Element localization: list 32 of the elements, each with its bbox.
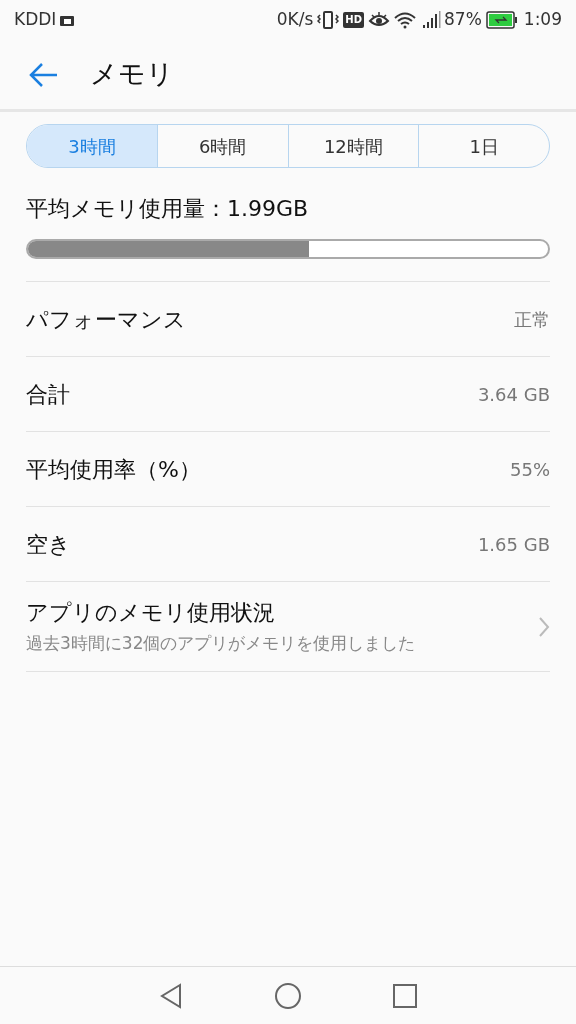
home-nav-button[interactable] bbox=[274, 981, 302, 1010]
time-range-tab[interactable]: 6時間 bbox=[156, 125, 288, 167]
row-label: アプリのメモリ使用状況 bbox=[26, 599, 276, 628]
recents-nav-button[interactable] bbox=[392, 982, 418, 1009]
time-range-tab[interactable]: 12時間 bbox=[287, 125, 419, 167]
back-nav-button[interactable] bbox=[158, 981, 184, 1010]
app-memory-usage-item[interactable]: アプリのメモリ使用状況 過去3時間に32個のアプリがメモリを使用しました bbox=[26, 582, 550, 672]
row-value: 正常 bbox=[514, 307, 550, 332]
carrier-name: KDDI bbox=[14, 8, 57, 32]
vibrate-icon bbox=[317, 10, 340, 30]
network-speed: 0K/s bbox=[276, 8, 314, 32]
battery-charging-icon bbox=[485, 11, 518, 29]
row-value: 1.65 GB bbox=[477, 532, 550, 557]
eye-icon bbox=[368, 11, 390, 29]
signal-icon bbox=[422, 11, 442, 29]
row-label: 平均使用率（%） bbox=[26, 455, 201, 484]
row-value: 55% bbox=[510, 457, 550, 482]
sim-card-icon bbox=[59, 13, 76, 27]
back-arrow-icon bbox=[29, 61, 59, 88]
clock: 1:09 bbox=[523, 8, 562, 32]
chevron-right-icon bbox=[538, 615, 550, 638]
average-memory-label: 平均メモリ使用量：1.99GB bbox=[26, 195, 310, 223]
row-detail: 過去3時間に32個のアプリがメモリを使用しました bbox=[26, 632, 417, 656]
row-label: パフォーマンス bbox=[26, 305, 186, 334]
page-title: メモリ bbox=[90, 57, 174, 92]
row-label: 合計 bbox=[26, 380, 70, 409]
time-range-tab[interactable]: 1日 bbox=[418, 125, 549, 167]
row-label: 空き bbox=[26, 530, 71, 559]
wifi-icon bbox=[394, 11, 416, 29]
row-value: 3.64 GB bbox=[477, 382, 550, 407]
battery-percent: 87% bbox=[444, 8, 482, 32]
hd-badge: HD bbox=[343, 12, 364, 28]
